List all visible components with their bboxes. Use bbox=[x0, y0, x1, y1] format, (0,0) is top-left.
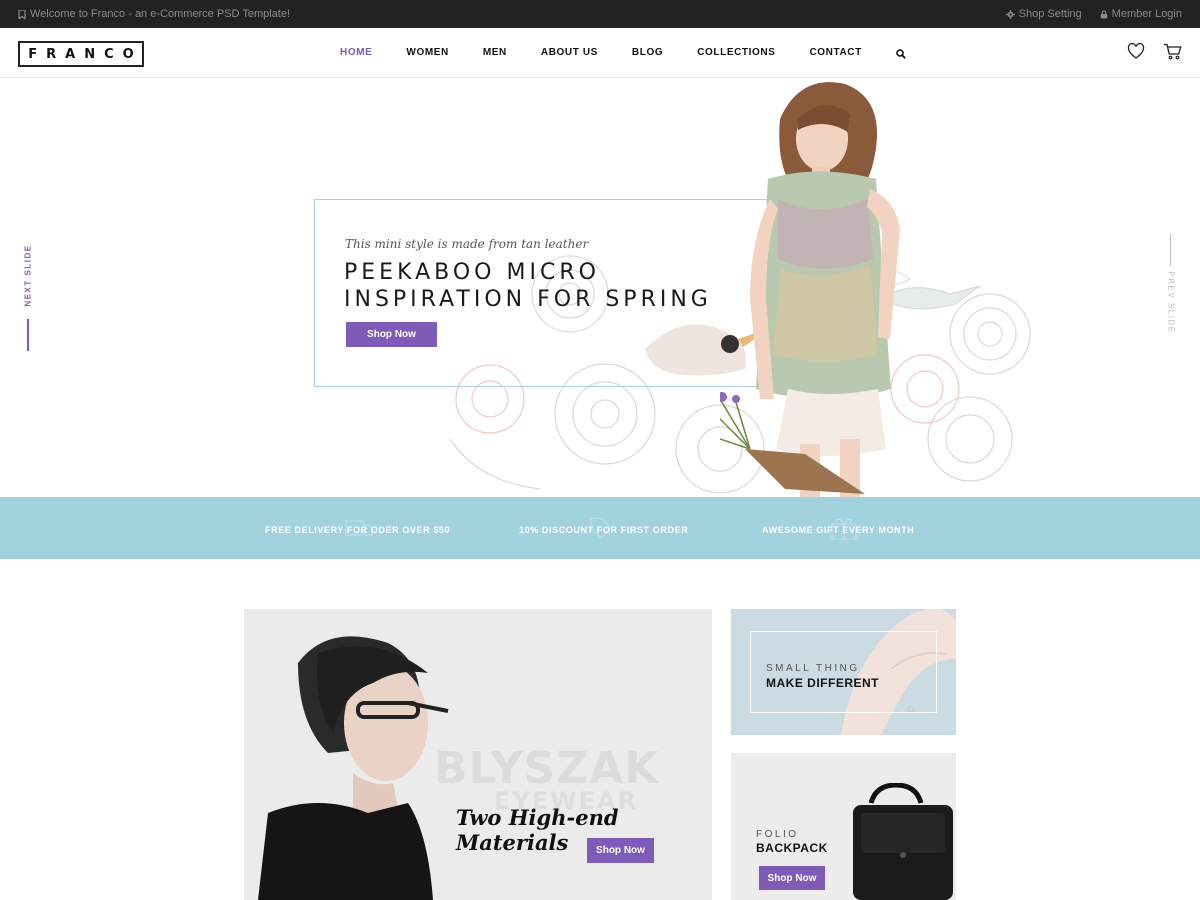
hero-title-line2: INSPIRATION FOR SPRING bbox=[344, 287, 712, 312]
logo[interactable]: FRANCO bbox=[18, 41, 144, 67]
next-slide-control[interactable]: NEXT SLIDE bbox=[22, 244, 34, 359]
small-thing-banner[interactable]: SMALL THING MAKE DIFFERENT bbox=[731, 609, 956, 735]
nav-item-about-us[interactable]: ABOUT US bbox=[541, 47, 598, 64]
backpack-banner[interactable]: FOLIO BACKPACK Shop Now bbox=[731, 753, 956, 900]
eyewear-tagline: Two High-end Materials bbox=[456, 805, 619, 855]
welcome-message: Welcome to Franco - an e-Commerce PSD Te… bbox=[18, 8, 290, 20]
prev-slide-control[interactable]: PREV SLIDE bbox=[1165, 234, 1177, 344]
nav-item-blog[interactable]: BLOG bbox=[632, 47, 663, 64]
shop-setting-label: Shop Setting bbox=[1018, 8, 1082, 20]
prev-slide-line bbox=[1170, 234, 1171, 266]
wishlist-heart-icon[interactable] bbox=[1127, 42, 1145, 65]
backpack-image bbox=[853, 783, 953, 900]
backpack-line1: FOLIO bbox=[756, 829, 799, 840]
next-slide-label: NEXT SLIDE bbox=[23, 244, 33, 307]
eyewear-banner[interactable]: BLYSZAK EYEWEAR Two High-end Materials S… bbox=[244, 609, 712, 900]
hero-slider: This mini style is made from tan leather… bbox=[0, 79, 1200, 497]
welcome-text: Welcome to Franco - an e-Commerce PSD Te… bbox=[30, 8, 291, 20]
small-thing-line2: MAKE DIFFERENT bbox=[766, 676, 879, 690]
main-nav: HOME WOMEN MEN ABOUT US BLOG COLLECTIONS… bbox=[330, 47, 906, 64]
hero-model-image bbox=[720, 82, 900, 497]
promo-band: FREE DELIVERY FOR ODER OVER $50 10% DISC… bbox=[0, 497, 1200, 559]
eyewear-model-image bbox=[258, 636, 449, 900]
promo-item-gift: AWESOME GIFT EVERY MONTH bbox=[762, 525, 915, 535]
backpack-shop-now-button[interactable]: Shop Now bbox=[759, 866, 825, 890]
nav-item-women[interactable]: WOMEN bbox=[406, 47, 448, 64]
hero-title-line1: PEEKABOO MICRO bbox=[344, 260, 600, 285]
eyewear-shop-now-button[interactable]: Shop Now bbox=[587, 838, 654, 863]
hero-shop-now-button[interactable]: Shop Now bbox=[346, 322, 437, 347]
member-login-label: Member Login bbox=[1111, 8, 1182, 20]
member-login-link[interactable]: Member Login bbox=[1100, 8, 1182, 20]
shop-setting-link[interactable]: Shop Setting bbox=[1005, 8, 1082, 20]
cart-icon[interactable] bbox=[1163, 43, 1182, 65]
search-icon[interactable] bbox=[896, 46, 906, 64]
hero-subtitle: This mini style is made from tan leather bbox=[345, 237, 589, 251]
prev-slide-label: PREV SLIDE bbox=[1166, 271, 1176, 334]
top-bar: Welcome to Franco - an e-Commerce PSD Te… bbox=[0, 0, 1200, 28]
site-header: FRANCO HOME WOMEN MEN ABOUT US BLOG COLL… bbox=[0, 28, 1200, 78]
nav-item-collections[interactable]: COLLECTIONS bbox=[697, 47, 775, 64]
nav-item-men[interactable]: MEN bbox=[483, 47, 507, 64]
bookmark-icon bbox=[18, 9, 26, 19]
nav-item-home[interactable]: HOME bbox=[340, 47, 372, 64]
backpack-line2: BACKPACK bbox=[756, 841, 828, 855]
lock-icon bbox=[1100, 9, 1107, 19]
promo-item-delivery: FREE DELIVERY FOR ODER OVER $50 bbox=[265, 525, 451, 535]
next-slide-line bbox=[27, 319, 29, 351]
gear-icon bbox=[1005, 9, 1015, 19]
small-thing-line1: SMALL THING bbox=[766, 663, 860, 674]
eyewear-brand: BLYSZAK bbox=[434, 743, 660, 794]
nav-item-contact[interactable]: CONTACT bbox=[809, 47, 861, 64]
hero-title: PEEKABOO MICRO INSPIRATION FOR SPRING bbox=[344, 259, 712, 313]
promo-item-discount: 10% DISCOUNT FOR FIRST ORDER bbox=[519, 525, 689, 535]
